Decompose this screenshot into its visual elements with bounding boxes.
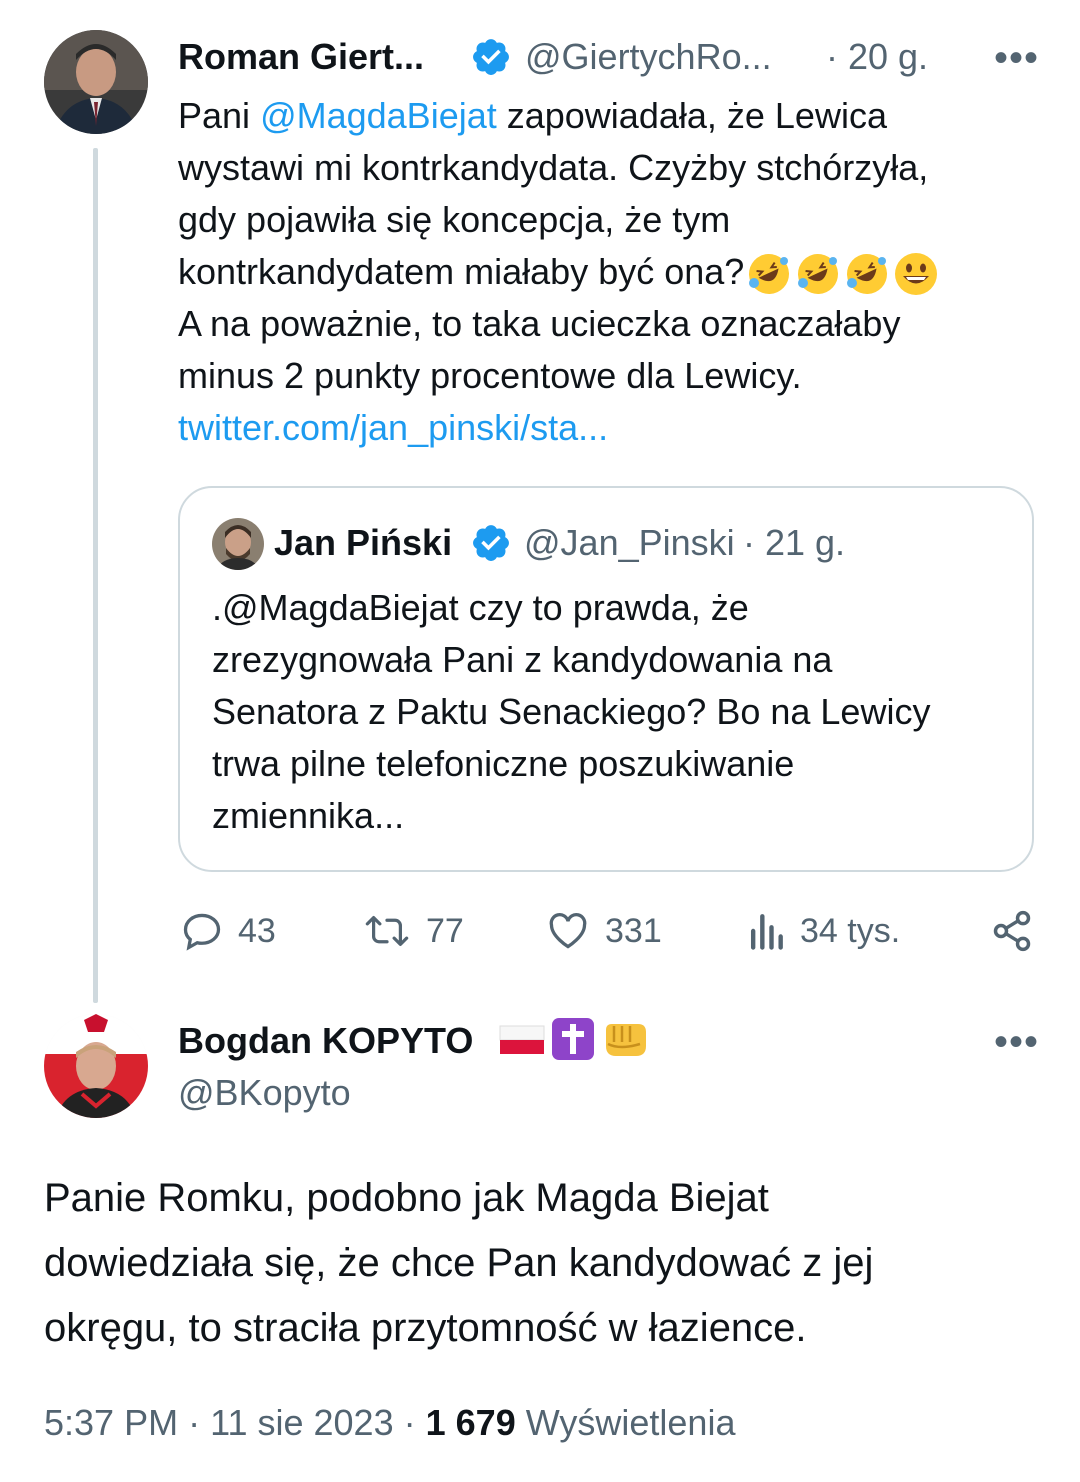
quoted-tweet-line: Senatora z Paktu Senackiego? Bo na Lewic… — [212, 691, 931, 732]
tweet-line: kontrkandydatem miałaby być ona? — [178, 246, 1058, 298]
reply-author-name[interactable]: Bogdan KOPYTO — [178, 1020, 473, 1062]
grinning-face-emoji-icon — [895, 253, 938, 296]
quoted-author-avatar-image — [212, 518, 264, 570]
latin-cross-icon — [552, 1018, 594, 1060]
retweet-button[interactable]: 77 — [362, 905, 464, 957]
reply-body: Panie Romku, podobno jak Magda Biejat do… — [44, 1166, 1054, 1361]
quoted-tweet-body: .@MagdaBiejat czy to prawda, że zrezygno… — [212, 582, 1012, 842]
reply-button[interactable]: 43 — [180, 905, 276, 957]
quoted-tweet-time: · 21 g. — [743, 522, 846, 563]
rolling-laughing-emoji-icon — [749, 254, 790, 295]
reply-author-avatar[interactable] — [44, 1014, 148, 1118]
mention-link[interactable]: @MagdaBiejat — [260, 95, 497, 136]
quoted-author-handle: @Jan_Pinski — [524, 522, 735, 563]
reply-line: okręgu, to straciła przytomność w łazien… — [44, 1306, 807, 1350]
author-name[interactable]: Roman Giert... — [178, 36, 424, 78]
tweet-line: gdy pojawiła się koncepcja, że tym — [178, 199, 731, 240]
author-avatar-image — [44, 30, 148, 134]
retweet-icon — [365, 916, 409, 946]
views-count: 34 tys. — [800, 911, 901, 950]
reply-icon — [183, 913, 221, 951]
reply-line: dowiedziała się, że chce Pan kandydować … — [44, 1241, 874, 1285]
like-button[interactable]: 331 — [545, 905, 662, 957]
share-icon — [993, 910, 1031, 952]
reply-time[interactable]: 5:37 PM — [44, 1402, 178, 1443]
tweet-body: Pani @MagdaBiejat zapowiadała, że Lewica… — [178, 90, 1058, 454]
reply-meta: 5:37 PM · 11 sie 2023 · 1 679 Wyświetlen… — [44, 1402, 735, 1444]
meta-separator: · — [403, 1402, 416, 1443]
name-emoji-group — [498, 1018, 650, 1062]
tweet-text: zapowiadała, że Lewica — [496, 95, 887, 136]
tweet-time[interactable]: · 20 g. — [826, 36, 928, 78]
reply-line: Panie Romku, podobno jak Magda Biejat — [44, 1176, 769, 1220]
oncoming-fist-icon — [606, 1024, 646, 1056]
reply-views-label: Wyświetlenia — [525, 1402, 736, 1443]
reply-views-count: 1 679 — [425, 1402, 516, 1443]
emoji-group — [746, 251, 939, 297]
meta-separator: · — [188, 1402, 201, 1443]
reply-author-handle[interactable]: @BKopyto — [178, 1072, 351, 1114]
rolling-laughing-emoji-icon — [798, 254, 839, 295]
author-avatar[interactable] — [44, 30, 148, 134]
verified-badge-icon — [470, 522, 512, 569]
more-options-icon[interactable]: ••• — [994, 36, 1039, 81]
tweet-line: minus 2 punkty procentowe dla Lewicy. — [178, 355, 802, 396]
views-chart-icon — [750, 914, 783, 950]
reply-author-avatar-image — [44, 1014, 148, 1118]
tweet-text: Pani — [178, 95, 261, 136]
rolling-laughing-emoji-icon — [847, 254, 888, 295]
retweet-count: 77 — [426, 911, 464, 950]
quoted-tweet-line: trwa pilne telefoniczne poszukiwanie — [212, 743, 795, 784]
thread-connector-line — [93, 148, 98, 1003]
quoted-tweet-line: zrezygnowała Pani z kandydowania na — [212, 639, 833, 680]
tweet-line: A na poważnie, to taka ucieczka oznaczał… — [178, 303, 901, 344]
quoted-tweet-line: .@MagdaBiejat czy to prawda, że — [212, 587, 749, 628]
reply-more-options-icon[interactable]: ••• — [994, 1020, 1039, 1065]
tweet-line: wystawi mi kontrkandydata. Czyżby stchór… — [178, 147, 929, 188]
quoted-tweet-card[interactable]: Jan Piński @Jan_Pinski · 21 g. .@MagdaBi… — [178, 486, 1034, 872]
verified-badge-icon — [470, 36, 512, 83]
heart-icon — [549, 913, 587, 949]
tweet-text: kontrkandydatem miałaby być ona? — [178, 251, 745, 292]
quoted-author-avatar — [212, 518, 264, 570]
reply-count: 43 — [238, 911, 276, 950]
tweet-link[interactable]: twitter.com/jan_pinski/sta... — [178, 402, 1058, 454]
flag-poland-icon — [499, 1025, 545, 1054]
views-button[interactable]: 34 tys. — [746, 905, 900, 957]
quoted-author-name: Jan Piński — [274, 522, 453, 563]
like-count: 331 — [605, 911, 662, 950]
share-button[interactable] — [990, 905, 1034, 957]
quoted-tweet-line: zmiennika... — [212, 795, 405, 836]
tweet-line: Pani @MagdaBiejat zapowiadała, że Lewica — [178, 90, 1058, 142]
author-handle[interactable]: @GiertychRo... — [525, 36, 772, 78]
reply-date[interactable]: 11 sie 2023 — [210, 1402, 393, 1443]
